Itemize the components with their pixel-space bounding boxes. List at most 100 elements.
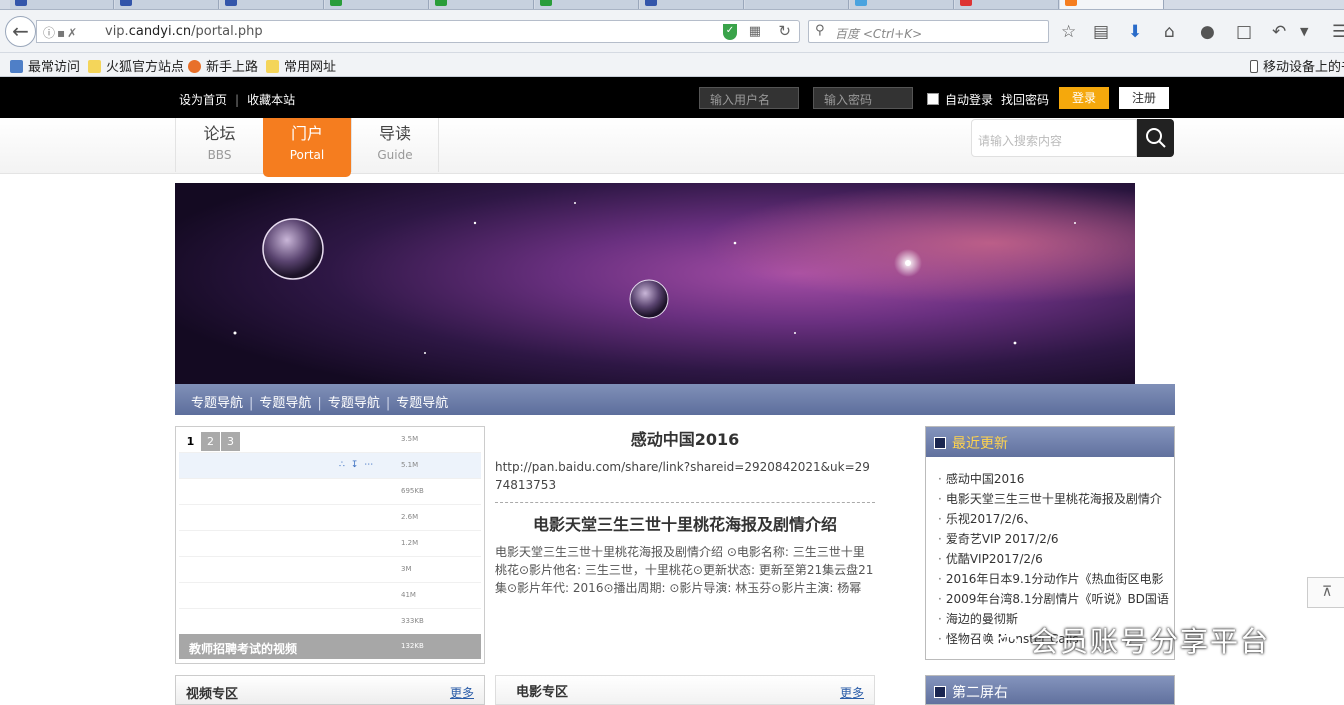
file-row: 333KB <box>179 609 481 635</box>
bookmark-mobile[interactable]: 移动设备上的书 <box>1250 56 1344 75</box>
browser-tab[interactable] <box>325 0 429 9</box>
list-item[interactable]: 爱奇艺VIP 2017/2/6 <box>938 529 1174 549</box>
browser-navbar: ← ⓘ▪✗ vip.candyi.cn/portal.php ✓ ▦ ↻ ⚲ 百… <box>0 10 1344 53</box>
list-item[interactable]: 优酷VIP2017/2/6 <box>938 549 1174 569</box>
firefox-icon <box>188 60 201 73</box>
article-title[interactable]: 电影天堂三生三世十里桃花海报及剧情介绍 <box>495 511 875 535</box>
divider: | <box>249 396 254 411</box>
article-title[interactable]: 感动中国2016 <box>495 426 875 450</box>
section-title: 电影专区 <box>516 685 569 700</box>
register-button[interactable]: 注册 <box>1119 87 1169 109</box>
nav-portal[interactable]: 门户 Portal <box>263 118 351 177</box>
back-to-top-button[interactable]: ⊼ <box>1307 577 1344 608</box>
back-button[interactable]: ← <box>5 16 36 47</box>
file-row[interactable]: ∴↧⋯ 5.1M <box>179 453 481 479</box>
bookmark-site-link[interactable]: 收藏本站 <box>247 93 295 107</box>
reading-list-icon[interactable]: ▤ <box>1093 22 1109 42</box>
crop-icon[interactable]: □ <box>1236 22 1252 42</box>
browser-tab[interactable] <box>745 0 849 9</box>
auto-login-checkbox[interactable] <box>927 93 939 105</box>
banner-artwork <box>175 183 1135 384</box>
reload-icon[interactable]: ↻ <box>778 22 791 40</box>
browser-tab[interactable] <box>220 0 324 9</box>
browser-tab[interactable] <box>535 0 639 9</box>
article-link[interactable]: http://pan.baidu.com/share/link?shareid=… <box>495 458 875 494</box>
search-icon: ⚲ <box>815 23 825 38</box>
tab-favicon-icon <box>225 0 237 6</box>
list-item[interactable]: 感动中国2016 <box>938 469 1174 489</box>
bookmark-star-icon[interactable]: ☆ <box>1061 22 1076 42</box>
share-download-more-icons[interactable]: ∴↧⋯ <box>339 460 379 470</box>
nav-guide[interactable]: 导读 Guide <box>351 118 439 172</box>
login-button[interactable]: 登录 <box>1059 87 1109 109</box>
bookmark-firefox-site[interactable]: 火狐官方站点 <box>88 56 184 75</box>
browser-search-box[interactable]: ⚲ 百度 <Ctrl+K> <box>808 20 1049 43</box>
qr-code-icon[interactable]: ▦ <box>749 24 761 39</box>
nav-sublabel: BBS <box>207 148 232 162</box>
bookmark-getting-started[interactable]: 新手上路 <box>188 56 258 75</box>
url-bar[interactable]: ⓘ▪✗ vip.candyi.cn/portal.php ✓ ▦ ↻ <box>36 20 800 43</box>
browser-tab-active[interactable] <box>1060 0 1164 9</box>
dropdown-icon[interactable]: ▼ <box>1300 25 1308 38</box>
browser-tab[interactable] <box>10 0 114 9</box>
nav-label: 论坛 <box>203 124 236 143</box>
bookmark-label: 移动设备上的书 <box>1263 60 1344 75</box>
bookmark-common-sites[interactable]: 常用网址 <box>266 56 336 75</box>
bookmark-label: 新手上路 <box>206 60 259 75</box>
mobile-icon <box>1250 60 1258 73</box>
topic-nav-link[interactable]: 专题导航 <box>191 396 243 411</box>
slider-caption[interactable]: 教师招聘考试的视频 132KB <box>179 634 481 659</box>
list-item[interactable]: 2016年日本9.1分动作片《热血街区电影 <box>938 569 1174 589</box>
folder-icon <box>88 60 101 73</box>
file-size: 3.5M <box>401 435 419 443</box>
site-info-icon[interactable]: ⓘ▪✗ <box>43 24 79 41</box>
menu-icon[interactable]: ☰ <box>1332 22 1344 42</box>
browser-tab[interactable] <box>850 0 954 9</box>
more-link[interactable]: 更多 <box>840 684 864 701</box>
site-search-input[interactable]: 请输入搜索内容 <box>971 119 1137 157</box>
more-link[interactable]: 更多 <box>450 684 474 701</box>
find-password-link[interactable]: 找回密码 <box>1001 91 1049 108</box>
bookmark-most-visited[interactable]: 最常访问 <box>10 56 80 75</box>
divider <box>495 502 875 503</box>
undo-icon[interactable]: ↶ <box>1272 22 1286 42</box>
chat-icon[interactable]: ● <box>1200 22 1215 42</box>
arrow-icon <box>934 686 946 698</box>
file-size: 132KB <box>401 642 424 650</box>
bookmark-label: 火狐官方站点 <box>106 60 185 75</box>
browser-tab[interactable] <box>640 0 744 9</box>
nav-label: 导读 <box>378 124 411 143</box>
file-row: 3.5M <box>179 427 481 453</box>
topic-nav-link[interactable]: 专题导航 <box>259 396 311 411</box>
url-text[interactable]: vip.candyi.cn/portal.php <box>105 24 263 39</box>
site-topbar: 设为首页 | 收藏本站 输入用户名 输入密码 自动登录 找回密码 登录 注册 <box>0 77 1344 118</box>
topic-nav-link[interactable]: 专题导航 <box>328 396 380 411</box>
nav-bbs[interactable]: 论坛 BBS <box>175 118 263 172</box>
list-item[interactable]: 乐视2017/2/6、 <box>938 509 1174 529</box>
download-icon[interactable]: ⬇ <box>1128 22 1142 42</box>
file-row: 695KB <box>179 479 481 505</box>
auto-login-label[interactable]: 自动登录 <box>945 91 993 108</box>
home-icon[interactable]: ⌂ <box>1164 22 1175 42</box>
list-item[interactable]: 2009年台湾8.1分剧情片《听说》BD国语 <box>938 589 1174 609</box>
password-input[interactable]: 输入密码 <box>813 87 913 109</box>
panel-header: 最近更新 <box>926 427 1174 457</box>
set-home-link[interactable]: 设为首页 <box>179 93 227 107</box>
file-row: 1.2M <box>179 531 481 557</box>
browser-tab[interactable] <box>430 0 534 9</box>
shield-icon[interactable]: ✓ <box>723 24 737 40</box>
featured-articles: 感动中国2016 http://pan.baidu.com/share/link… <box>495 426 875 597</box>
slider-caption-text: 教师招聘考试的视频 <box>189 642 298 656</box>
topic-nav-link[interactable]: 专题导航 <box>396 396 448 411</box>
topbar-links: 设为首页 | 收藏本站 <box>179 91 295 108</box>
tab-favicon-icon <box>855 0 867 6</box>
browser-tab[interactable] <box>115 0 219 9</box>
browser-tab[interactable] <box>955 0 1059 9</box>
list-item[interactable]: 电影天堂三生三世十里桃花海报及剧情介 <box>938 489 1174 509</box>
bookmarks-toolbar: 最常访问 火狐官方站点 新手上路 常用网址 移动设备上的书 <box>0 53 1344 77</box>
browser-tab-strip <box>0 0 1344 10</box>
username-input[interactable]: 输入用户名 <box>699 87 799 109</box>
file-row: 2.6M <box>179 505 481 531</box>
site-search-button[interactable] <box>1137 119 1174 157</box>
divider: | <box>317 396 322 411</box>
